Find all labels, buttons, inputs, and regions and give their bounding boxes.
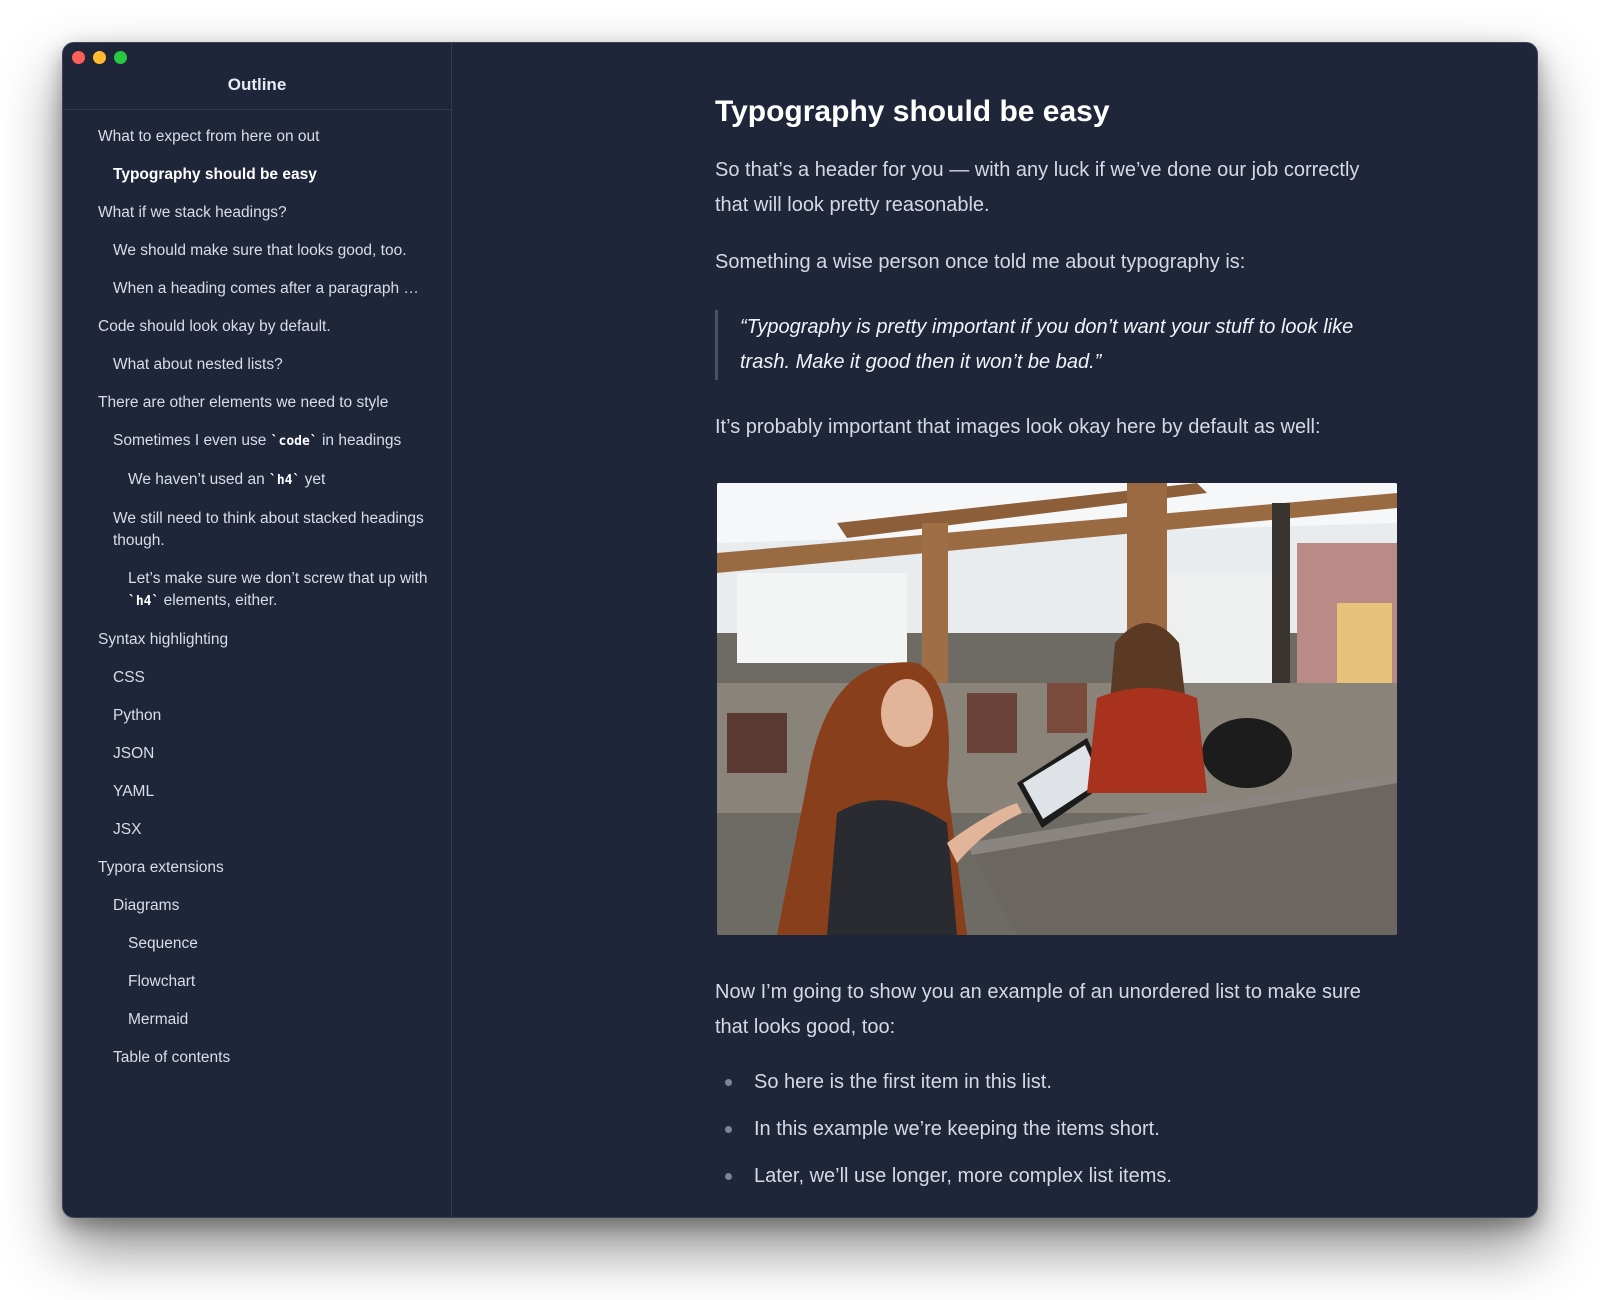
outline-item[interactable]: What to expect from here on out <box>63 126 451 148</box>
outline-list: What to expect from here on out Typograp… <box>63 110 451 1069</box>
list-item[interactable]: Later, we’ll use longer, more complex li… <box>715 1161 1395 1191</box>
list-item[interactable]: So here is the first item in this list. <box>715 1067 1395 1097</box>
salon-photo[interactable] <box>717 483 1397 935</box>
paragraph[interactable]: Now I’m going to show you an example of … <box>715 975 1395 1045</box>
outline-item[interactable]: When a heading comes after a paragraph … <box>63 278 451 300</box>
list-item-text: So here is the first item in this list. <box>754 1071 1052 1093</box>
outline-item[interactable]: Table of contents <box>63 1047 451 1069</box>
outline-item-text: Sometimes I even use <box>113 432 271 449</box>
outline-sidebar: Outline What to expect from here on out … <box>63 43 452 1217</box>
paragraph[interactable]: It’s probably important that images look… <box>715 410 1395 445</box>
list-item-text: In this example we’re keeping the items … <box>754 1118 1160 1140</box>
outline-item-text: yet <box>300 471 326 488</box>
outline-item[interactable]: JSON <box>63 743 451 765</box>
outline-item-text: elements, either. <box>159 592 278 609</box>
inline-code: `h4` <box>269 473 301 488</box>
outline-item-text: in headings <box>317 432 402 449</box>
document-body[interactable]: Typography should be easy So that’s a he… <box>715 93 1397 1208</box>
outline-item[interactable]: What about nested lists? <box>63 354 451 376</box>
bullet-icon <box>725 1173 732 1180</box>
outline-item-active[interactable]: Typography should be easy <box>63 164 451 186</box>
blockquote[interactable]: “Typography is pretty important if you d… <box>715 310 1395 380</box>
outline-item[interactable]: CSS <box>63 667 451 689</box>
bullet-icon <box>725 1126 732 1133</box>
list-item[interactable]: In this example we’re keeping the items … <box>715 1114 1395 1144</box>
outline-item[interactable]: JSX <box>63 819 451 841</box>
outline-item[interactable]: YAML <box>63 781 451 803</box>
outline-item-text: We haven’t used an <box>128 471 270 488</box>
outline-item[interactable]: Flowchart <box>63 971 451 993</box>
outline-item[interactable]: Diagrams <box>63 895 451 917</box>
inline-code: `code` <box>270 434 318 449</box>
outline-item[interactable]: Let’s make sure we don’t screw that up w… <box>63 568 451 613</box>
outline-item[interactable]: We still need to think about stacked hea… <box>63 508 451 552</box>
outline-item[interactable]: Sequence <box>63 933 451 955</box>
paragraph[interactable]: Something a wise person once told me abo… <box>715 245 1395 280</box>
sidebar-title: Outline <box>63 43 451 110</box>
document-heading[interactable]: Typography should be easy <box>715 93 1395 131</box>
document-editor[interactable]: Typography should be easy So that’s a he… <box>453 43 1537 1217</box>
outline-item[interactable]: Python <box>63 705 451 727</box>
unordered-list: So here is the first item in this list. … <box>715 1067 1395 1191</box>
outline-item[interactable]: Mermaid <box>63 1009 451 1031</box>
outline-item[interactable]: Code should look okay by default. <box>63 316 451 338</box>
list-item-text: Later, we’ll use longer, more complex li… <box>754 1165 1172 1187</box>
outline-item[interactable]: Sometimes I even use `code` in headings <box>63 430 451 453</box>
outline-item[interactable]: There are other elements we need to styl… <box>63 392 451 414</box>
inline-code: `h4` <box>128 594 160 609</box>
bullet-icon <box>725 1079 732 1086</box>
outline-item[interactable]: We should make sure that looks good, too… <box>63 240 451 262</box>
app-window: Outline What to expect from here on out … <box>62 42 1538 1218</box>
outline-item-text: Let’s make sure we don’t screw that up w… <box>128 570 428 587</box>
outline-item[interactable]: Typora extensions <box>63 857 451 879</box>
outline-item[interactable]: What if we stack headings? <box>63 202 451 224</box>
paragraph[interactable]: So that’s a header for you — with any lu… <box>715 153 1395 223</box>
outline-item[interactable]: We haven’t used an `h4` yet <box>63 469 451 492</box>
outline-item[interactable]: Syntax highlighting <box>63 629 451 651</box>
